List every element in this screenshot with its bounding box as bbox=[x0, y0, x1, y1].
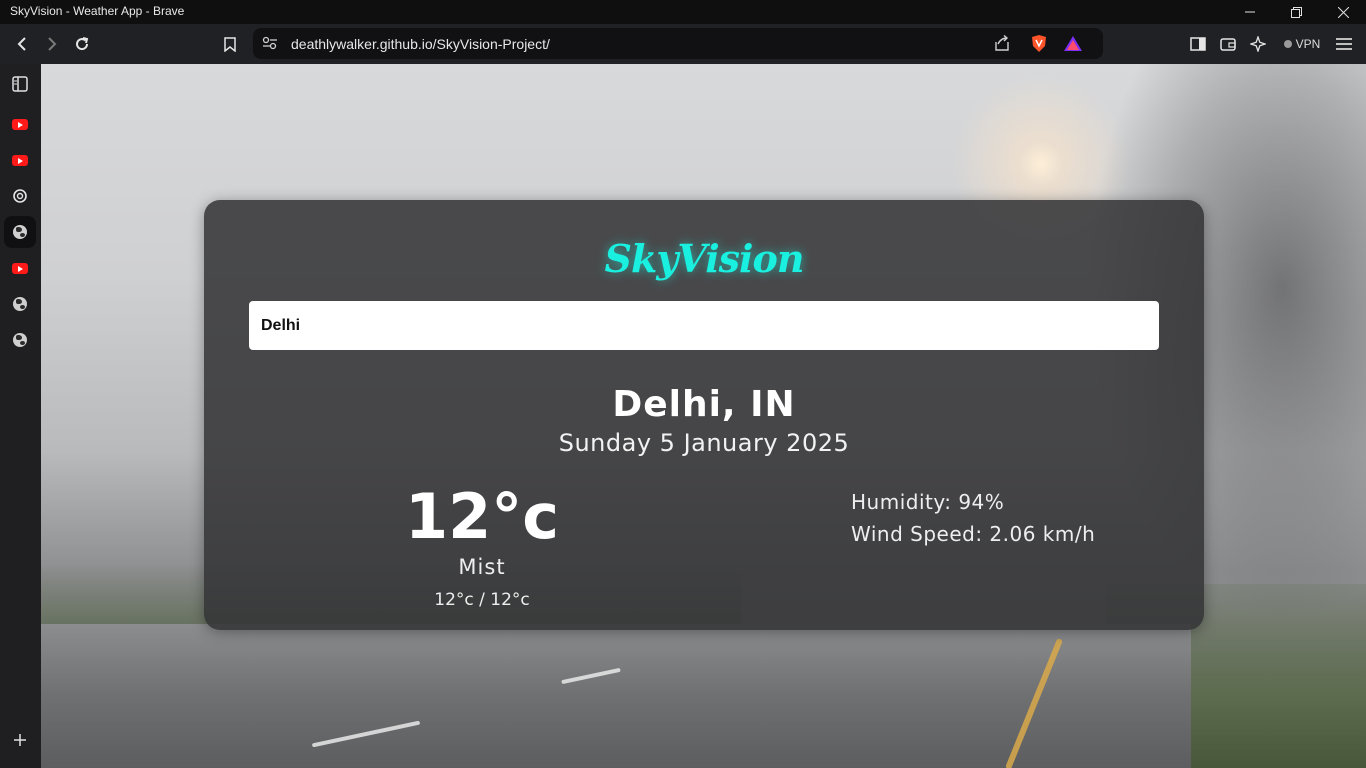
web-page: SkyVision Delhi, IN Sunday 5 January 202… bbox=[41, 64, 1366, 768]
city-name: Delhi, IN bbox=[612, 384, 796, 425]
temperature: 12°c bbox=[404, 480, 560, 553]
leo-ai-button[interactable] bbox=[1244, 30, 1272, 58]
vpn-status-icon bbox=[1283, 40, 1292, 48]
back-arrow-icon bbox=[17, 37, 26, 51]
sidebar-add-button[interactable] bbox=[4, 724, 36, 756]
sidebar-item-youtube-3[interactable] bbox=[4, 252, 36, 284]
back-button[interactable] bbox=[8, 30, 36, 58]
sidebar-item-youtube-2[interactable] bbox=[4, 144, 36, 176]
forward-arrow-icon bbox=[48, 37, 57, 51]
close-window-button[interactable] bbox=[1320, 0, 1366, 24]
sidebar-item-globe-3[interactable] bbox=[4, 324, 36, 356]
youtube-icon bbox=[12, 262, 28, 274]
sidebar-item-youtube-1[interactable] bbox=[4, 108, 36, 140]
wallet-icon bbox=[1220, 38, 1236, 51]
window-title: SkyVision - Weather App - Brave bbox=[10, 4, 185, 18]
weather-card: SkyVision Delhi, IN Sunday 5 January 202… bbox=[204, 200, 1204, 630]
restore-icon bbox=[1290, 6, 1302, 18]
humidity: Humidity: 94% bbox=[851, 490, 1005, 514]
wallet-button[interactable] bbox=[1214, 30, 1242, 58]
chatgpt-icon bbox=[13, 189, 27, 203]
youtube-icon bbox=[12, 118, 28, 130]
bookmark-icon bbox=[224, 36, 236, 52]
sidebar-panel-icon bbox=[1190, 37, 1206, 51]
site-settings-icon bbox=[262, 36, 277, 50]
window-titlebar: SkyVision - Weather App - Brave bbox=[0, 0, 1366, 24]
youtube-icon bbox=[12, 154, 28, 166]
bookmark-button[interactable] bbox=[216, 30, 244, 58]
weather-condition: Mist bbox=[458, 555, 506, 579]
sidebar-toggle-button[interactable] bbox=[1184, 30, 1212, 58]
globe-icon bbox=[13, 333, 27, 347]
close-icon bbox=[1337, 6, 1349, 18]
main-menu-button[interactable] bbox=[1330, 30, 1358, 58]
address-bar[interactable]: deathlywalker.github.io/SkyVision-Projec… bbox=[253, 28, 1103, 59]
vpn-button[interactable]: VPN bbox=[1277, 30, 1327, 58]
sidebar-toggle-icon bbox=[12, 76, 28, 92]
browser-toolbar: deathlywalker.github.io/SkyVision-Projec… bbox=[0, 24, 1366, 64]
brave-shields-icon[interactable] bbox=[1030, 34, 1048, 53]
min-max-temperature: 12°c / 12°c bbox=[434, 590, 530, 610]
vpn-label: VPN bbox=[1295, 37, 1321, 51]
globe-icon bbox=[13, 297, 27, 311]
url-text[interactable]: deathlywalker.github.io/SkyVision-Projec… bbox=[291, 36, 550, 52]
minimize-button[interactable] bbox=[1227, 0, 1273, 24]
app-logo: SkyVision bbox=[604, 236, 805, 281]
forward-button[interactable] bbox=[38, 30, 66, 58]
sidebar-item-globe-active[interactable] bbox=[4, 216, 36, 248]
plus-icon bbox=[14, 734, 26, 746]
brave-rewards-icon[interactable] bbox=[1063, 35, 1083, 52]
reload-icon bbox=[76, 37, 89, 51]
restore-button[interactable] bbox=[1273, 0, 1319, 24]
sidebar-item-globe-2[interactable] bbox=[4, 288, 36, 320]
sidebar-toggle[interactable] bbox=[4, 68, 36, 100]
hamburger-menu-icon bbox=[1336, 38, 1352, 50]
browser-sidebar bbox=[0, 64, 41, 768]
current-date: Sunday 5 January 2025 bbox=[558, 429, 850, 457]
reload-button[interactable] bbox=[68, 30, 96, 58]
ai-sparkle-icon bbox=[1250, 36, 1266, 52]
sidebar-item-chatgpt[interactable] bbox=[4, 180, 36, 212]
wind-speed: Wind Speed: 2.06 km/h bbox=[851, 522, 1096, 546]
share-icon[interactable] bbox=[993, 35, 1011, 52]
city-search-input[interactable] bbox=[249, 301, 1159, 350]
minimize-icon bbox=[1245, 11, 1255, 13]
globe-icon bbox=[13, 225, 27, 239]
